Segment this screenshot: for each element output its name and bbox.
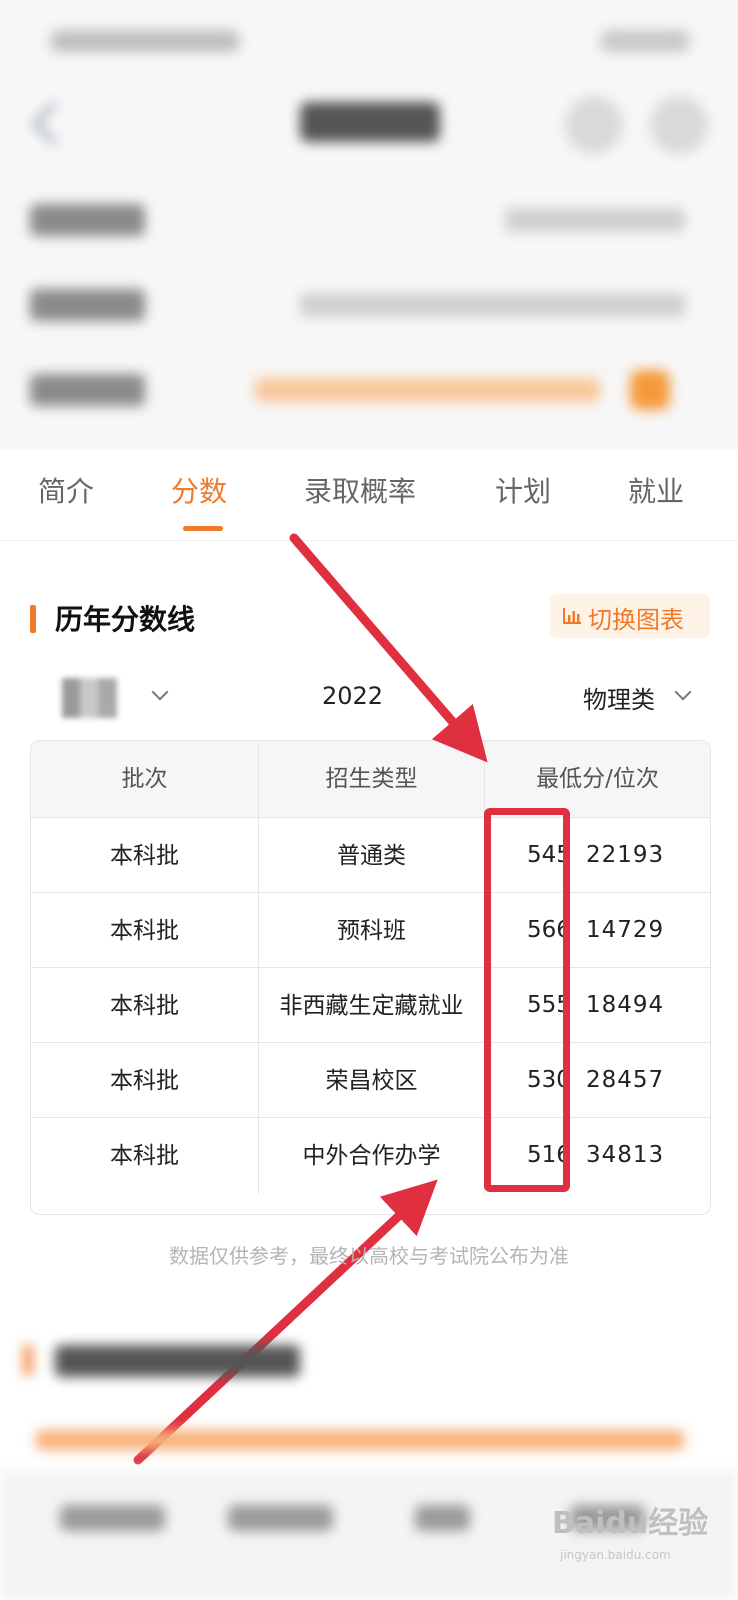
cell-type: 荣昌校区 [258,1043,484,1119]
bottom-section-accent [24,1345,32,1375]
cell-batch: 本科批 [110,993,179,1019]
annotation-arrow-bottom [133,1179,438,1465]
cell-batch: 本科批 [110,843,179,869]
info-row-3[interactable] [0,360,738,420]
cell-rank: 28457 [586,1067,665,1093]
switch-chart-button[interactable]: 切换图表 [550,594,710,638]
cell-rank: 22193 [586,842,665,868]
cell-rank: 14729 [586,917,665,943]
bottom-section-notice [35,1430,685,1450]
cell-type: 预科班 [258,893,484,969]
cell-rank: 18494 [586,992,665,1018]
blurred-header-area [0,0,738,450]
table-row: 本科批 荣昌校区 530 28457 [31,1042,710,1119]
chevron-down-icon[interactable] [674,683,692,701]
info-label [30,289,145,321]
section-title: 历年分数线 [55,603,196,636]
tab-active-indicator [183,526,223,531]
tab-plan[interactable]: 计划 [495,470,551,510]
tab-scores[interactable]: 分数 [171,470,227,510]
tab-admission-probability[interactable]: 录取概率 [304,470,416,510]
cell-batch: 本科批 [110,1143,179,1169]
status-bar-left [50,30,240,52]
tab-employment[interactable]: 就业 [628,470,684,510]
table-header: 批次 招生类型 最低分/位次 [31,741,710,817]
nav-bar [0,90,738,170]
cell-type: 中外合作办学 [258,1118,484,1194]
more-icon[interactable] [650,96,708,154]
table-row: 本科批 中外合作办学 516 34813 [31,1117,710,1194]
status-bar [0,0,738,80]
section-accent-bar [30,605,36,633]
cell-type: 普通类 [258,818,484,894]
info-label [30,204,145,236]
info-row-2[interactable] [0,275,738,335]
header-type: 招生类型 [258,741,484,817]
header-score-rank: 最低分/位次 [484,741,710,817]
status-bar-right [600,30,690,52]
header-batch: 批次 [121,766,168,792]
annotation-arrow-top [289,533,488,763]
subject-select[interactable]: 物理类 [583,680,655,715]
bottom-tab[interactable] [415,1505,470,1531]
chevron-down-icon[interactable] [151,683,169,701]
watermark-url: jingyan.baidu.com [560,1548,671,1562]
table-row: 本科批 普通类 545 22193 [31,817,710,894]
share-icon[interactable] [565,96,623,154]
cell-type: 非西藏生定藏就业 [258,968,484,1044]
year-select[interactable]: 2022 [322,682,383,710]
table-row: 本科批 非西藏生定藏就业 555 18494 [31,967,710,1044]
watermark-logo: Baidu经验 [552,1506,709,1541]
info-value [300,293,685,317]
bottom-tab[interactable] [228,1505,333,1531]
info-value [505,208,685,232]
disclaimer-note: 数据仅供参考，最终以高校与考试院公布为准 [169,1244,569,1268]
bottom-section-title [55,1345,300,1377]
info-label [30,374,145,406]
cell-batch: 本科批 [110,918,179,944]
annotation-highlight-box [484,808,570,1192]
tab-bar: 简介 分数 录取概率 计划 就业 [0,450,738,541]
page-title [300,102,440,142]
switch-chart-label: 切换图表 [588,606,684,634]
score-table: 批次 招生类型 最低分/位次 本科批 普通类 545 22193 本科批 预科班… [30,740,711,1215]
cell-rank: 34813 [586,1142,665,1168]
tab-intro[interactable]: 简介 [38,470,94,510]
bar-chart-icon [563,608,581,624]
back-icon[interactable] [31,101,76,146]
region-select[interactable] [62,678,117,718]
table-row: 本科批 预科班 566 14729 [31,892,710,969]
bottom-tab[interactable] [60,1505,165,1531]
info-row-1 [0,190,738,250]
info-badge [630,370,670,410]
info-value [255,378,600,402]
cell-batch: 本科批 [110,1068,179,1094]
